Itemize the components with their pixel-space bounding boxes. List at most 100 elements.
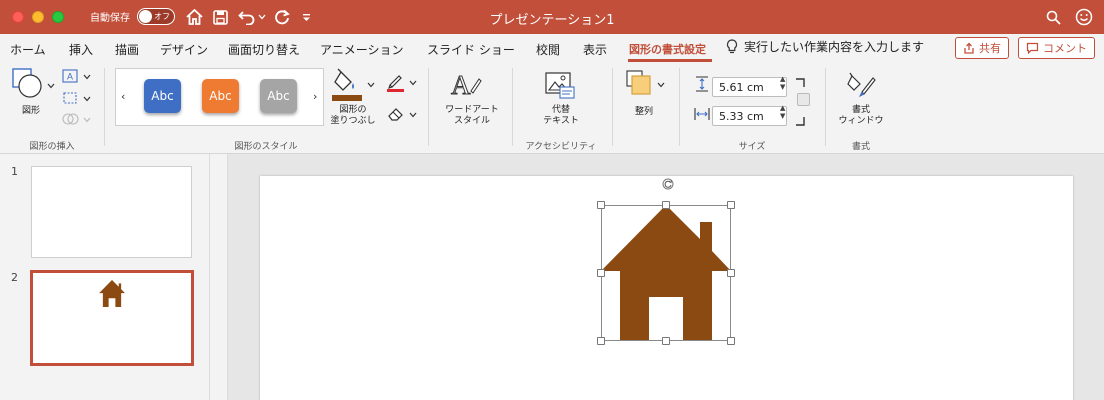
arrange-dropdown-icon[interactable] — [657, 82, 665, 88]
shape-styles-gallery: ‹ Abc Abc Abc › — [115, 68, 324, 126]
gallery-prev-icon[interactable]: ‹ — [121, 90, 125, 103]
lock-aspect-ratio-checkbox[interactable] — [797, 93, 810, 106]
shape-fill-button[interactable] — [332, 68, 364, 105]
shape-height-field[interactable]: 5.61 cm — [712, 77, 787, 97]
size-group-label: サイズ — [738, 142, 766, 152]
rotate-handle-icon[interactable] — [662, 178, 674, 190]
pane-splitter[interactable] — [210, 154, 228, 400]
close-window-button[interactable] — [12, 11, 24, 23]
redo-icon[interactable] — [272, 6, 292, 28]
eraser-icon — [388, 108, 403, 121]
shape-effects-button[interactable] — [386, 106, 406, 125]
resize-handle-left[interactable] — [597, 269, 605, 277]
slide-thumbnail-2[interactable] — [30, 270, 194, 366]
home-icon[interactable] — [184, 6, 204, 28]
shape-fill-label: 図形の 塗りつぶし — [330, 105, 376, 126]
slide-canvas — [228, 154, 1104, 400]
tab-slideshow[interactable]: スライド ショー — [427, 41, 515, 58]
pen-icon — [387, 75, 404, 92]
textbox-dropdown-icon[interactable] — [83, 74, 91, 80]
slide-thumbnails-pane: 1 2 — [0, 154, 210, 400]
width-stepper[interactable]: ▲ ▼ — [780, 104, 785, 120]
tell-me-search[interactable]: 実行したい作業内容を入力します — [726, 38, 924, 55]
wordart-styles-label: ワードアート スタイル — [445, 105, 499, 126]
undo-icon[interactable] — [236, 6, 256, 28]
save-icon[interactable] — [210, 6, 230, 28]
effects-dropdown-icon[interactable] — [409, 112, 417, 118]
style-sample-blue[interactable]: Abc — [144, 79, 181, 113]
tab-draw[interactable]: 描画 — [115, 41, 139, 58]
format-group-label: 書式 — [851, 142, 871, 152]
tab-review[interactable]: 校閲 — [536, 41, 560, 58]
format-pane-label: 書式 ウィンドウ — [838, 105, 884, 126]
fill-dropdown-icon[interactable] — [367, 82, 375, 88]
tab-shape-format[interactable]: 図形の書式設定 — [629, 41, 706, 57]
paint-bucket-icon — [332, 68, 362, 101]
slide-number-2: 2 — [11, 271, 18, 284]
alt-text-button[interactable] — [545, 72, 575, 103]
autosave-toggle[interactable]: オフ — [137, 8, 175, 25]
merge-dropdown-icon — [83, 117, 91, 123]
share-label: 共有 — [979, 42, 1001, 55]
resize-handle-top-right[interactable] — [727, 201, 735, 209]
shape-styles-group-label: 図形のスタイル — [234, 142, 298, 152]
slide-editor[interactable] — [260, 176, 1073, 400]
edit-shape-dropdown-icon[interactable] — [83, 96, 91, 102]
insert-shapes-group-label: 図形の挿入 — [29, 142, 75, 152]
tab-design[interactable]: デザイン — [160, 41, 208, 58]
autosave-label: 自動保存 — [90, 13, 130, 24]
group-separator — [679, 68, 680, 146]
shapes-gallery-button[interactable] — [12, 68, 44, 101]
shapes-label: 図形 — [22, 106, 41, 116]
comment-icon — [1026, 42, 1039, 54]
resize-handle-bottom-left[interactable] — [597, 337, 605, 345]
shape-height-icon — [696, 76, 708, 92]
group-separator — [612, 68, 613, 146]
undo-dropdown-icon[interactable] — [257, 6, 267, 28]
style-sample-orange[interactable]: Abc — [202, 79, 239, 113]
toggle-knob — [139, 10, 152, 23]
maximize-window-button[interactable] — [52, 11, 64, 23]
tab-transitions[interactable]: 画面切り替え — [228, 41, 300, 58]
selection-frame — [601, 205, 731, 341]
resize-handle-bottom[interactable] — [662, 337, 670, 345]
customize-toolbar-icon[interactable] — [300, 6, 312, 28]
tab-animations[interactable]: アニメーション — [320, 41, 404, 58]
format-pane-button[interactable] — [846, 70, 876, 101]
accessibility-group-label: アクセシビリティ — [525, 142, 597, 152]
minimize-window-button[interactable] — [32, 11, 44, 23]
svg-text:A: A — [67, 72, 73, 82]
outline-dropdown-icon[interactable] — [409, 80, 417, 86]
search-icon[interactable] — [1044, 6, 1062, 28]
height-stepper[interactable]: ▲ ▼ — [780, 75, 785, 91]
shape-width-icon — [694, 108, 710, 120]
arrange-button[interactable] — [626, 70, 654, 101]
style-sample-gray[interactable]: Abc — [260, 79, 297, 113]
arrange-label: 整列 — [635, 107, 654, 117]
share-button[interactable]: 共有 — [955, 37, 1009, 59]
text-box-icon[interactable]: A — [62, 69, 78, 86]
comments-button[interactable]: コメント — [1018, 37, 1095, 59]
resize-handle-bottom-right[interactable] — [727, 337, 735, 345]
tab-view[interactable]: 表示 — [583, 41, 607, 58]
shape-outline-button[interactable] — [386, 72, 406, 95]
wordart-a-icon: A — [451, 70, 482, 101]
share-icon — [964, 42, 974, 54]
alt-text-icon — [545, 72, 575, 99]
group-separator — [428, 68, 429, 146]
slide-thumbnail-1[interactable] — [31, 166, 192, 258]
tab-insert[interactable]: 挿入 — [69, 41, 93, 58]
shape-width-field[interactable]: 5.33 cm — [712, 106, 787, 126]
resize-handle-top[interactable] — [662, 201, 670, 209]
tab-home[interactable]: ホーム — [10, 41, 46, 58]
gallery-next-icon[interactable]: › — [313, 90, 317, 103]
resize-handle-right[interactable] — [727, 269, 735, 277]
shapes-dropdown-icon[interactable] — [47, 83, 55, 89]
comments-label: コメント — [1043, 42, 1087, 55]
smiley-feedback-icon[interactable] — [1074, 6, 1094, 28]
format-pane-icon — [847, 72, 876, 98]
group-separator — [512, 68, 513, 146]
edit-shape-icon[interactable] — [62, 91, 78, 108]
wordart-styles-button[interactable]: A — [449, 69, 483, 102]
resize-handle-top-left[interactable] — [597, 201, 605, 209]
